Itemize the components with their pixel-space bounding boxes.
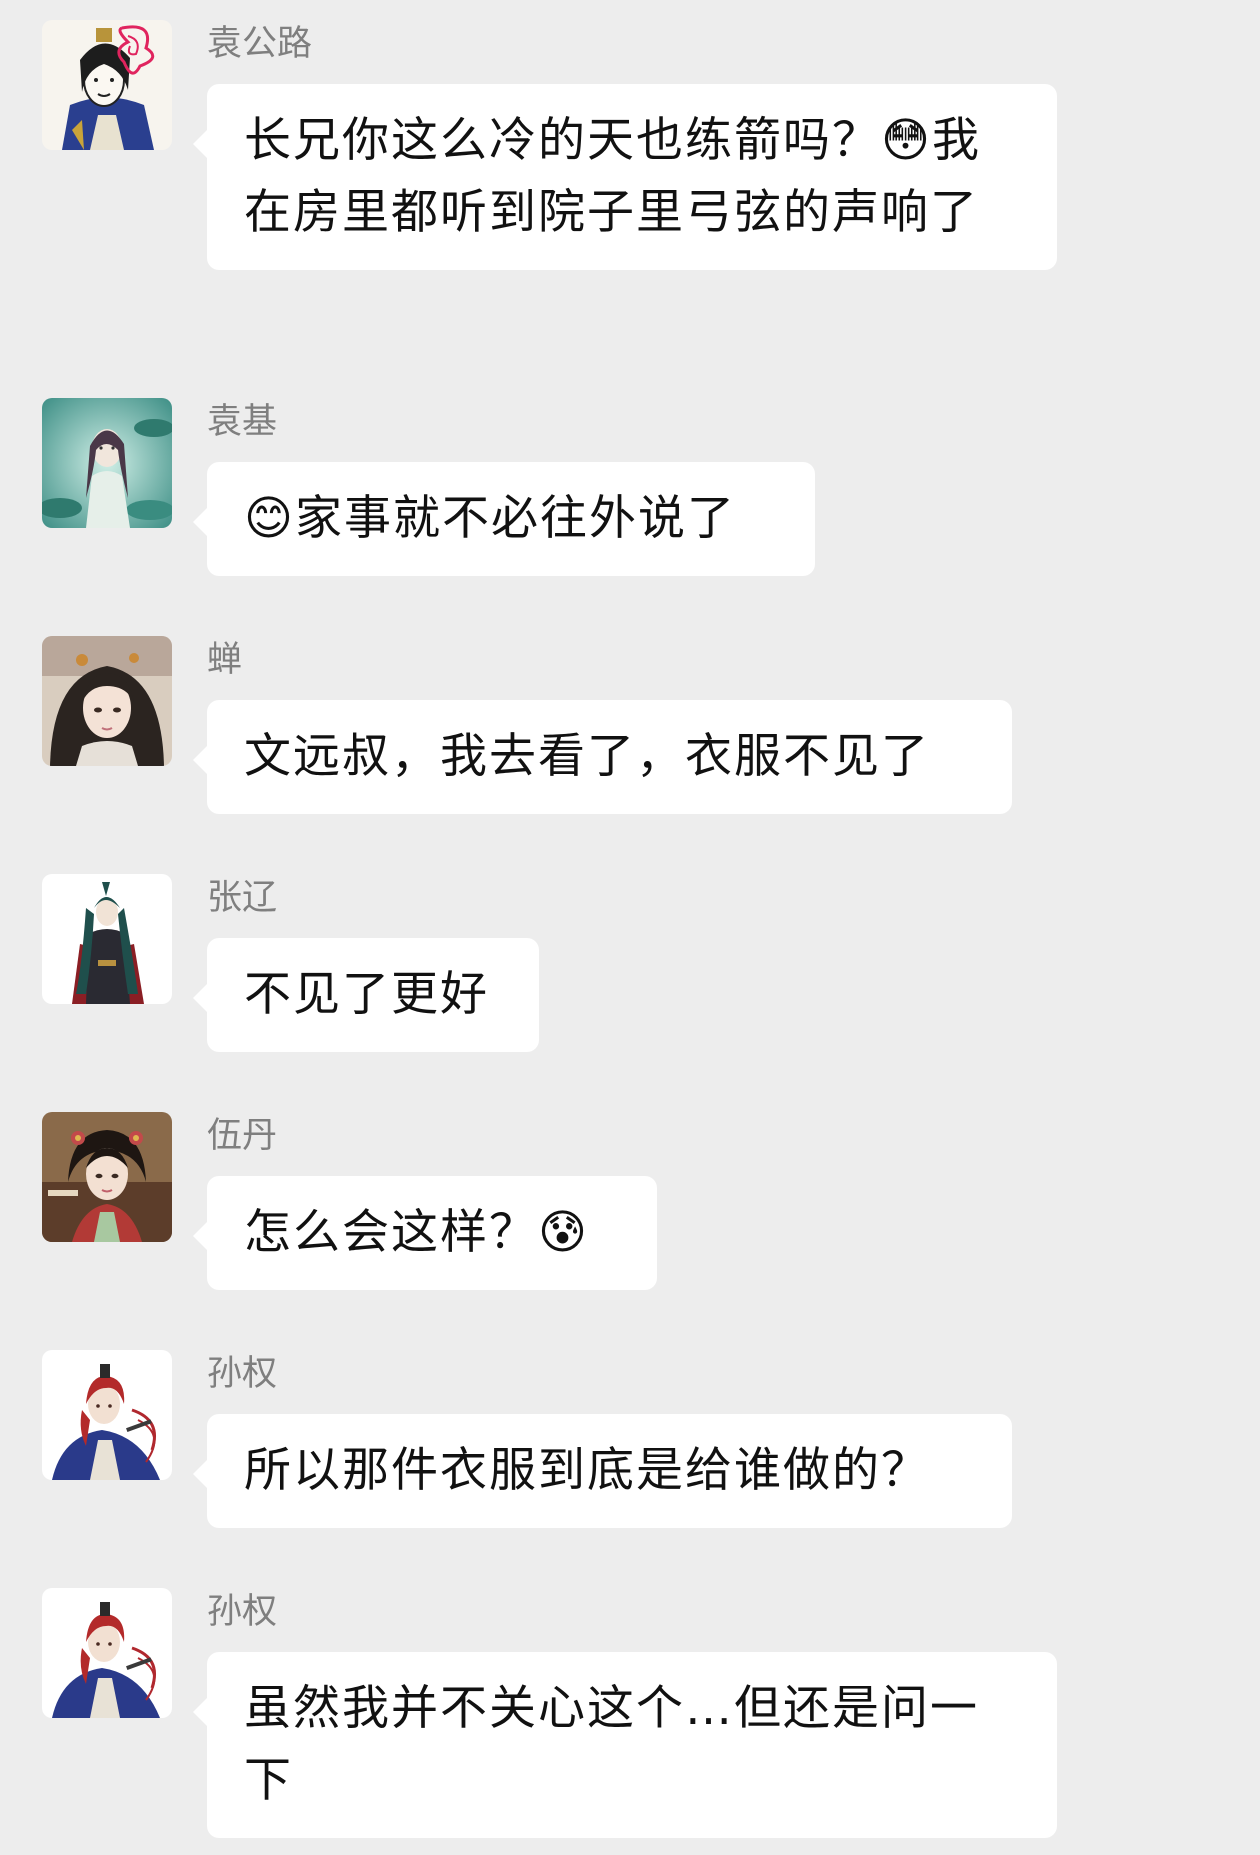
chat-message-list[interactable]: 袁公路 长兄你这么冷的天也练箭吗？😳我在房里都听到院子里弓弦的声响了 袁基 😊家… <box>0 0 1260 1855</box>
message-bubble[interactable]: 怎么会这样？😰 <box>193 1176 657 1290</box>
sender-name: 袁基 <box>207 402 278 442</box>
red-haired-prince-avatar-icon[interactable] <box>42 1588 172 1718</box>
message-bubble[interactable]: 不见了更好 <box>193 938 539 1052</box>
lotus-pond-scholar-avatar-icon[interactable] <box>42 398 172 528</box>
sender-name: 孙权 <box>207 1354 278 1394</box>
sender-name: 袁公路 <box>207 24 313 64</box>
message-bubble[interactable]: 😊家事就不必往外说了 <box>193 462 815 576</box>
sender-name: 伍丹 <box>207 1116 278 1156</box>
dark-haired-girl-avatar-icon[interactable] <box>42 636 172 766</box>
message-bubble[interactable]: 虽然我并不关心这个…但还是问一下 <box>193 1652 1057 1838</box>
armored-warrior-avatar-icon[interactable] <box>42 874 172 1004</box>
lady-with-hairpins-avatar-icon[interactable] <box>42 1112 172 1242</box>
sender-name: 张辽 <box>207 878 278 918</box>
sender-name: 蝉 <box>207 640 243 680</box>
sender-name: 孙权 <box>207 1592 278 1632</box>
message-bubble[interactable]: 长兄你这么冷的天也练箭吗？😳我在房里都听到院子里弓弦的声响了 <box>193 84 1057 270</box>
message-bubble[interactable]: 所以那件衣服到底是给谁做的？ <box>193 1414 1012 1528</box>
red-haired-prince-avatar-icon[interactable] <box>42 1350 172 1480</box>
ink-sketch-noble-avatar-icon[interactable] <box>42 20 172 150</box>
message-bubble[interactable]: 文远叔，我去看了，衣服不见了 <box>193 700 1012 814</box>
